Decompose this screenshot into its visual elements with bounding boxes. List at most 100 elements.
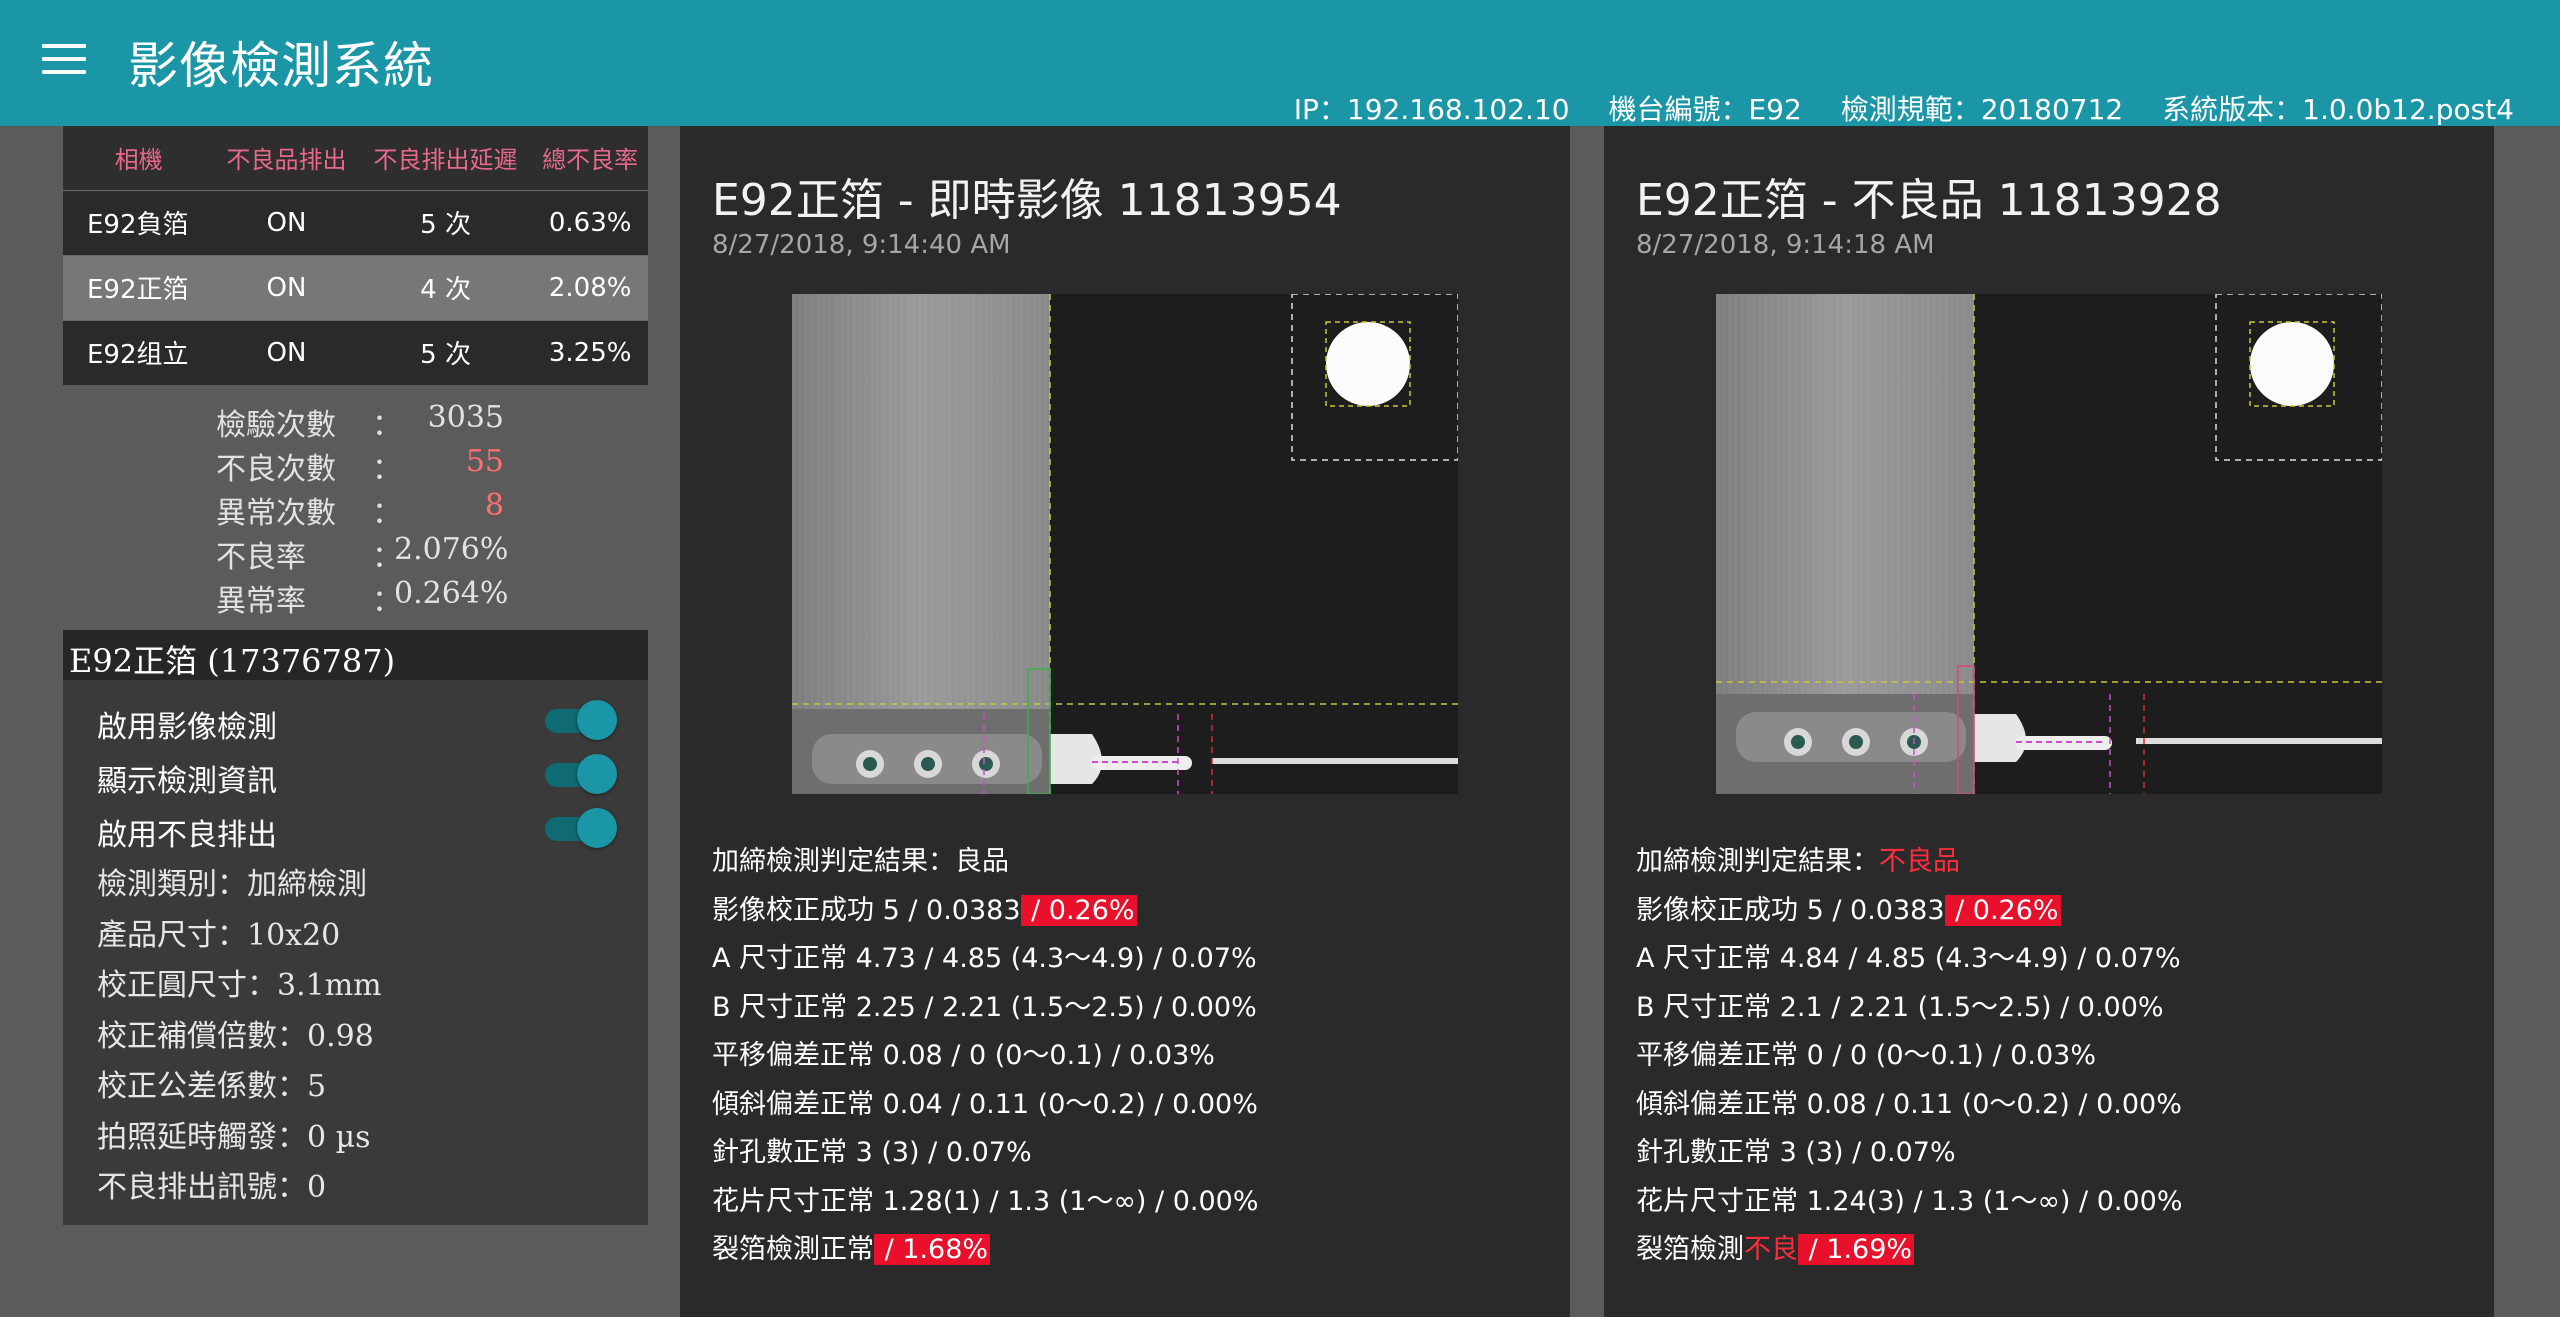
col-eject: 不良品排出: [214, 126, 359, 190]
stat-value: 8: [484, 488, 504, 523]
result-petal-size: 花片尺寸正常 1.28(1) / 1.3 (1～∞) / 0.00%: [712, 1185, 1259, 1217]
camera-delay: 5 次: [358, 189, 533, 255]
stat-label: 不良率: [216, 540, 306, 575]
card-timestamp: 8/27/2018, 9:14:40 AM: [712, 230, 1011, 260]
enable-inspection-switch[interactable]: [545, 700, 617, 740]
camera-detail-title: E92正箔 (17376787): [63, 630, 648, 680]
stat-colon: ：: [372, 496, 402, 531]
result-b-size: B 尺寸正常 2.25 / 2.21 (1.5～2.5) / 0.00%: [712, 991, 1257, 1023]
result-highlight: / 0.26%: [1944, 894, 2061, 926]
param-calib-factor: 校正補償倍數：0.98: [97, 1018, 374, 1054]
stat-value: 55: [465, 444, 504, 479]
result-shift: 平移偏差正常 0.08 / 0 (0～0.1) / 0.03%: [712, 1040, 1215, 1071]
defect-results: 加締檢測判定結果：不良品 影像校正成功 5 / 0.0383 / 0.26% A…: [1636, 838, 2183, 1275]
camera-name: E92组立: [63, 319, 215, 385]
stat-abnormal-count: 異常次數 ： 8: [216, 488, 516, 532]
param-product-size: 產品尺寸：10x20: [97, 917, 341, 953]
result-prefix: 加締檢測判定結果：: [1636, 846, 1879, 877]
camera-name: E92負箔: [63, 189, 215, 255]
result-text: 裂箔檢測正常: [712, 1234, 874, 1265]
stat-value: 2.076%: [394, 532, 509, 567]
camera-rate: 2.08%: [532, 254, 648, 320]
inspection-stats: 檢驗次數 ： 3035 不良次數 ： 55 異常次數 ： 8 不良率 ： 2.0…: [216, 400, 516, 620]
camera-params: 檢測類別：加締檢測 產品尺寸：10x20 校正圓尺寸：3.1mm 校正補償倍數：…: [97, 860, 382, 1214]
result-pinholes: 針孔數正常 3 (3) / 0.07%: [1636, 1137, 1956, 1168]
result-highlight: / 0.26%: [1020, 894, 1137, 926]
card-title: E92正箔 - 不良品 11813928: [1636, 175, 2222, 226]
result-b-size: B 尺寸正常 2.1 / 2.21 (1.5～2.5) / 0.00%: [1636, 991, 2164, 1023]
stat-label: 異常率: [216, 584, 306, 619]
result-petal-size: 花片尺寸正常 1.24(3) / 1.3 (1～∞) / 0.00%: [1636, 1185, 2183, 1217]
toggle-row-enable-inspection: 啟用影像檢測: [97, 694, 617, 745]
param-calib-tolerance: 校正公差係數：5: [97, 1069, 327, 1104]
result-calibration: 影像校正成功 5 / 0.0383 / 0.26%: [1636, 887, 2183, 936]
stat-defect-rate: 不良率 ： 2.076%: [216, 532, 516, 576]
toggle-row-enable-eject: 啟用不良排出: [97, 802, 617, 853]
result-highlight: / 1.68%: [874, 1234, 991, 1265]
camera-eject: ON: [214, 189, 359, 255]
camera-row-assembly[interactable]: E92组立 ON 5 次 3.25%: [63, 319, 648, 385]
ip-address: IP：192.168.102.10: [1293, 93, 1570, 126]
result-tilt: 傾斜偏差正常 0.04 / 0.11 (0～0.2) / 0.00%: [712, 1088, 1258, 1120]
toggle-label: 顯示檢測資訊: [97, 764, 277, 799]
defect-image-card: E92正箔 - 不良品 11813928 8/27/2018, 9:14:18 …: [1604, 126, 2494, 1317]
param-trigger-delay: 拍照延時觸發：0 µs: [97, 1119, 371, 1155]
app-title: 影像檢測系統: [128, 37, 434, 95]
stat-colon: ：: [372, 452, 402, 487]
camera-eject: ON: [214, 254, 359, 320]
machine-id: 機台編號：E92: [1608, 93, 1802, 126]
enable-eject-switch[interactable]: [545, 808, 617, 848]
system-version: 系統版本：1.0.0b12.post4: [2162, 93, 2514, 126]
stat-inspection-count: 檢驗次數 ： 3035: [216, 400, 516, 444]
camera-eject: ON: [214, 319, 359, 385]
camera-name: E92正箔: [63, 254, 215, 320]
result-prefix: 加締檢測判定結果：: [712, 846, 955, 877]
result-crack: 裂箔檢測正常 / 1.68%: [712, 1226, 1259, 1275]
card-timestamp: 8/27/2018, 9:14:18 AM: [1636, 230, 1935, 260]
result-pinholes: 針孔數正常 3 (3) / 0.07%: [712, 1137, 1032, 1168]
camera-row-negative-foil[interactable]: E92負箔 ON 5 次 0.63%: [63, 189, 648, 255]
result-crack: 裂箔檢測不良 / 1.69%: [1636, 1226, 2183, 1275]
app-bar: 影像檢測系統 IP：192.168.102.10 機台編號：E92 檢測規範：2…: [0, 0, 2560, 126]
card-title: E92正箔 - 即時影像 11813954: [712, 175, 1342, 226]
live-image-card: E92正箔 - 即時影像 11813954 8/27/2018, 9:14:40…: [680, 126, 1570, 1317]
param-inspection-type: 檢測類別：加締檢測: [97, 867, 367, 902]
result-tilt: 傾斜偏差正常 0.08 / 0.11 (0～0.2) / 0.00%: [1636, 1088, 2182, 1120]
live-inspection-image[interactable]: [792, 294, 1458, 794]
result-shift: 平移偏差正常 0 / 0 (0～0.1) / 0.03%: [1636, 1040, 2097, 1071]
result-defect-flag: 不良: [1744, 1234, 1798, 1265]
result-text: 影像校正成功 5 / 0.0383: [712, 894, 1021, 926]
camera-rate: 3.25%: [532, 319, 648, 385]
inspection-spec: 檢測規範：20180712: [1840, 93, 2124, 126]
stat-label: 異常次數: [216, 496, 336, 531]
col-total-defect-rate: 總不良率: [532, 126, 648, 190]
menu-icon[interactable]: [42, 44, 86, 80]
result-verdict: 加締檢測判定結果：不良品: [1636, 838, 2183, 887]
show-info-switch[interactable]: [545, 754, 617, 794]
camera-delay: 4 次: [358, 254, 533, 320]
camera-table: 相機 不良品排出 不良排出延遲 總不良率 E92負箔 ON 5 次 0.63% …: [63, 126, 648, 385]
toggle-label: 啟用影像檢測: [97, 710, 277, 745]
result-a-size: A 尺寸正常 4.73 / 4.85 (4.3～4.9) / 0.07%: [712, 943, 1257, 974]
result-value: 不良品: [1879, 846, 1960, 877]
param-eject-signal: 不良排出訊號：0: [97, 1170, 327, 1205]
defect-inspection-image[interactable]: [1716, 294, 2382, 794]
camera-rate: 0.63%: [532, 189, 648, 255]
system-info: IP：192.168.102.10 機台編號：E92 檢測規範：20180712…: [1264, 88, 2514, 128]
camera-delay: 5 次: [358, 319, 533, 385]
stat-label: 檢驗次數: [216, 408, 336, 443]
toggle-label: 啟用不良排出: [97, 818, 277, 853]
result-text: 影像校正成功 5 / 0.0383: [1636, 894, 1945, 926]
result-a-size: A 尺寸正常 4.84 / 4.85 (4.3～4.9) / 0.07%: [1636, 943, 2181, 974]
param-calib-circle: 校正圓尺寸：3.1mm: [97, 968, 382, 1003]
camera-detail-panel: 啟用影像檢測 顯示檢測資訊 啟用不良排出 檢測類別：加締檢測 產品尺寸：10x2…: [63, 680, 648, 1225]
camera-row-positive-foil[interactable]: E92正箔 ON 4 次 2.08%: [63, 254, 648, 320]
result-text: 裂箔檢測: [1636, 1234, 1744, 1265]
stat-value: 3035: [427, 400, 504, 435]
result-value: 良品: [955, 846, 1009, 877]
stat-label: 不良次數: [216, 452, 336, 487]
result-calibration: 影像校正成功 5 / 0.0383 / 0.26%: [712, 887, 1259, 936]
result-highlight: / 1.69%: [1798, 1234, 1915, 1265]
stat-colon: ：: [372, 408, 402, 443]
toggle-row-show-info: 顯示檢測資訊: [97, 748, 617, 799]
